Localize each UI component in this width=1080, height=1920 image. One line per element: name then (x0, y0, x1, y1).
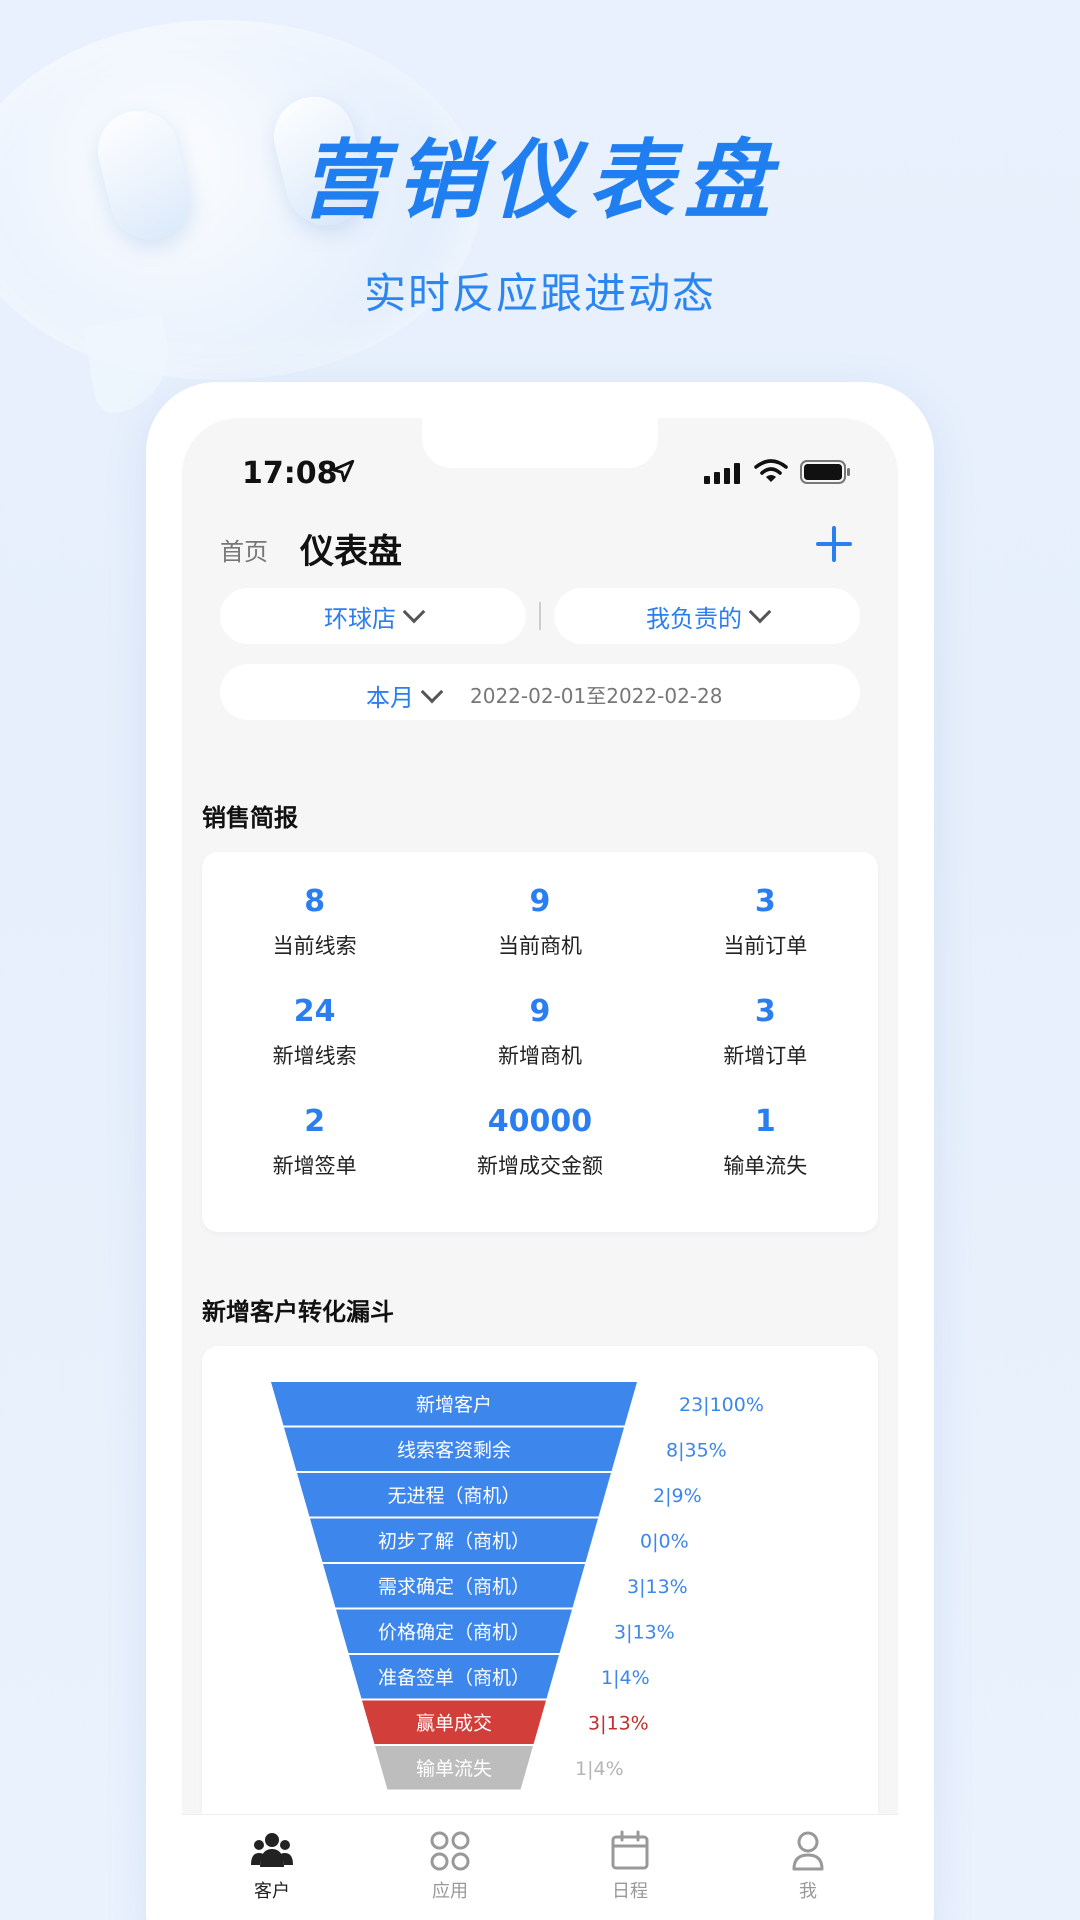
stat-item[interactable]: 3 新增订单 (653, 992, 878, 1070)
store-filter-label: 环球店 (324, 604, 396, 633)
chevron-down-icon (748, 600, 772, 624)
tab-customers[interactable]: 客户 (212, 1829, 332, 1903)
tab-label: 应用 (432, 1881, 468, 1902)
sales-report-title: 销售简报 (202, 804, 298, 832)
page-title: 仪表盘 (300, 532, 402, 572)
cellular-signal-icon (704, 462, 740, 484)
add-plus-icon[interactable] (812, 522, 856, 566)
date-range-text: 2022-02-01至2022-02-28 (470, 684, 723, 708)
period-dropdown[interactable]: 本月 (366, 678, 444, 713)
stat-label: 新增商机 (497, 1044, 582, 1068)
tab-label: 我 (799, 1881, 817, 1902)
chevron-down-icon (420, 680, 444, 703)
funnel-stage-name: 价格确定（商机） (378, 1621, 530, 1643)
stat-label: 新增签单 (272, 1154, 357, 1178)
stat-value: 24 (293, 994, 336, 1029)
funnel-stage-value-label: 0|0% (640, 1530, 689, 1552)
stat-value: 3 (754, 884, 776, 919)
sales-report-card: 8 当前线索 9 当前商机 3 当前订单 24 新增线索 9 新增商机 3 新增… (202, 852, 878, 1232)
phone-screen: 17:08 首页 仪表盘 环球店 我负责的 本月 2022-02-01至2022… (182, 418, 898, 1920)
battery-icon (800, 460, 850, 484)
store-filter-dropdown[interactable]: 环球店 (220, 588, 526, 644)
funnel-stage-value-label: 2|9% (653, 1485, 702, 1507)
scope-filter-dropdown[interactable]: 我负责的 (554, 588, 860, 644)
date-filter: 本月 2022-02-01至2022-02-28 (220, 664, 860, 720)
funnel-card: 新增客户 23|100% 线索客资剩余 8|35% 无进程（商机） 2|9% 初步了解（商机… (202, 1346, 878, 1866)
funnel-stage-name: 输单流失 (416, 1758, 492, 1780)
calendar-icon (611, 1830, 649, 1870)
funnel-stage-value-label: 3|13% (588, 1712, 649, 1734)
promo-subline: 实时反应跟进动态 (363, 269, 716, 318)
tab-label: 日程 (612, 1881, 648, 1902)
funnel-stage-name: 赢单成交 (416, 1712, 492, 1734)
stat-label: 输单流失 (723, 1154, 808, 1178)
funnel-section-title: 新增客户转化漏斗 (202, 1298, 394, 1326)
filter-divider (539, 602, 541, 630)
funnel-stage-value-label: 8|35% (666, 1439, 727, 1461)
funnel-stage-name: 新增客户 (416, 1394, 492, 1416)
stat-label: 新增订单 (723, 1044, 808, 1068)
funnel-stage-value-label: 23|100% (679, 1394, 764, 1416)
stat-item[interactable]: 2 新增签单 (202, 1102, 427, 1180)
stat-item[interactable]: 24 新增线索 (202, 992, 427, 1070)
profile-icon (792, 1831, 824, 1871)
funnel-stage-name: 准备签单（商机） (378, 1667, 530, 1689)
stat-item[interactable]: 40000 新增成交金额 (427, 1102, 652, 1180)
bottom-tab-bar: 客户 应用 日程 我 (182, 1814, 898, 1920)
stat-label: 新增成交金额 (476, 1154, 603, 1178)
status-time: 17:08 (242, 456, 338, 491)
promo-headline: 营销仪表盘 (300, 131, 780, 231)
stat-item[interactable]: 3 当前订单 (653, 882, 878, 960)
location-arrow-icon (331, 459, 355, 483)
decorative-bubble-tail (82, 313, 178, 417)
stat-value: 3 (754, 994, 776, 1029)
chevron-down-icon (402, 600, 426, 624)
filter-row: 环球店 我负责的 (220, 588, 860, 644)
tab-apps[interactable]: 应用 (390, 1829, 510, 1903)
stat-value: 40000 (487, 1104, 593, 1139)
wifi-icon (754, 459, 788, 482)
stat-value: 9 (529, 994, 551, 1029)
conversion-funnel-chart: 新增客户 23|100% 线索客资剩余 8|35% 无进程（商机） 2|9% 初步了解（商机… (271, 1382, 764, 1790)
stat-item[interactable]: 9 新增商机 (427, 992, 652, 1070)
funnel-stage-value-label: 3|13% (614, 1621, 675, 1643)
stat-value: 9 (529, 884, 551, 919)
funnel-stage-name: 无进程（商机） (387, 1485, 520, 1507)
stat-item[interactable]: 1 输单流失 (653, 1102, 878, 1180)
stat-item[interactable]: 8 当前线索 (202, 882, 427, 960)
funnel-stage-name: 线索客资剩余 (397, 1439, 511, 1461)
funnel-stage-name: 初步了解（商机） (378, 1530, 530, 1552)
tab-schedule[interactable]: 日程 (570, 1829, 690, 1903)
stat-value: 1 (754, 1104, 776, 1139)
stat-label: 新增线索 (272, 1044, 357, 1068)
funnel-stage-value-label: 1|4% (575, 1758, 624, 1780)
users-icon (251, 1833, 293, 1867)
sales-stats-grid: 8 当前线索 9 当前商机 3 当前订单 24 新增线索 9 新增商机 3 新增… (202, 882, 878, 1180)
stat-label: 当前订单 (723, 934, 808, 958)
stat-value: 2 (304, 1104, 326, 1139)
stat-label: 当前线索 (272, 934, 357, 958)
period-label: 本月 (366, 684, 414, 712)
funnel-stage-name: 需求确定（商机） (378, 1576, 530, 1598)
scope-filter-label: 我负责的 (646, 604, 742, 633)
apps-icon (430, 1831, 470, 1871)
funnel-stage-value-label: 1|4% (601, 1667, 650, 1689)
tab-label: 客户 (254, 1881, 290, 1902)
status-bar: 17:08 (182, 448, 898, 498)
funnel-stage-value-label: 3|13% (627, 1576, 688, 1598)
stat-item[interactable]: 9 当前商机 (427, 882, 652, 960)
stat-label: 当前商机 (497, 934, 582, 958)
navigation-bar: 首页 仪表盘 (182, 518, 898, 578)
tab-me[interactable]: 我 (748, 1829, 868, 1903)
stat-value: 8 (304, 884, 326, 919)
nav-home-link[interactable]: 首页 (220, 532, 268, 567)
